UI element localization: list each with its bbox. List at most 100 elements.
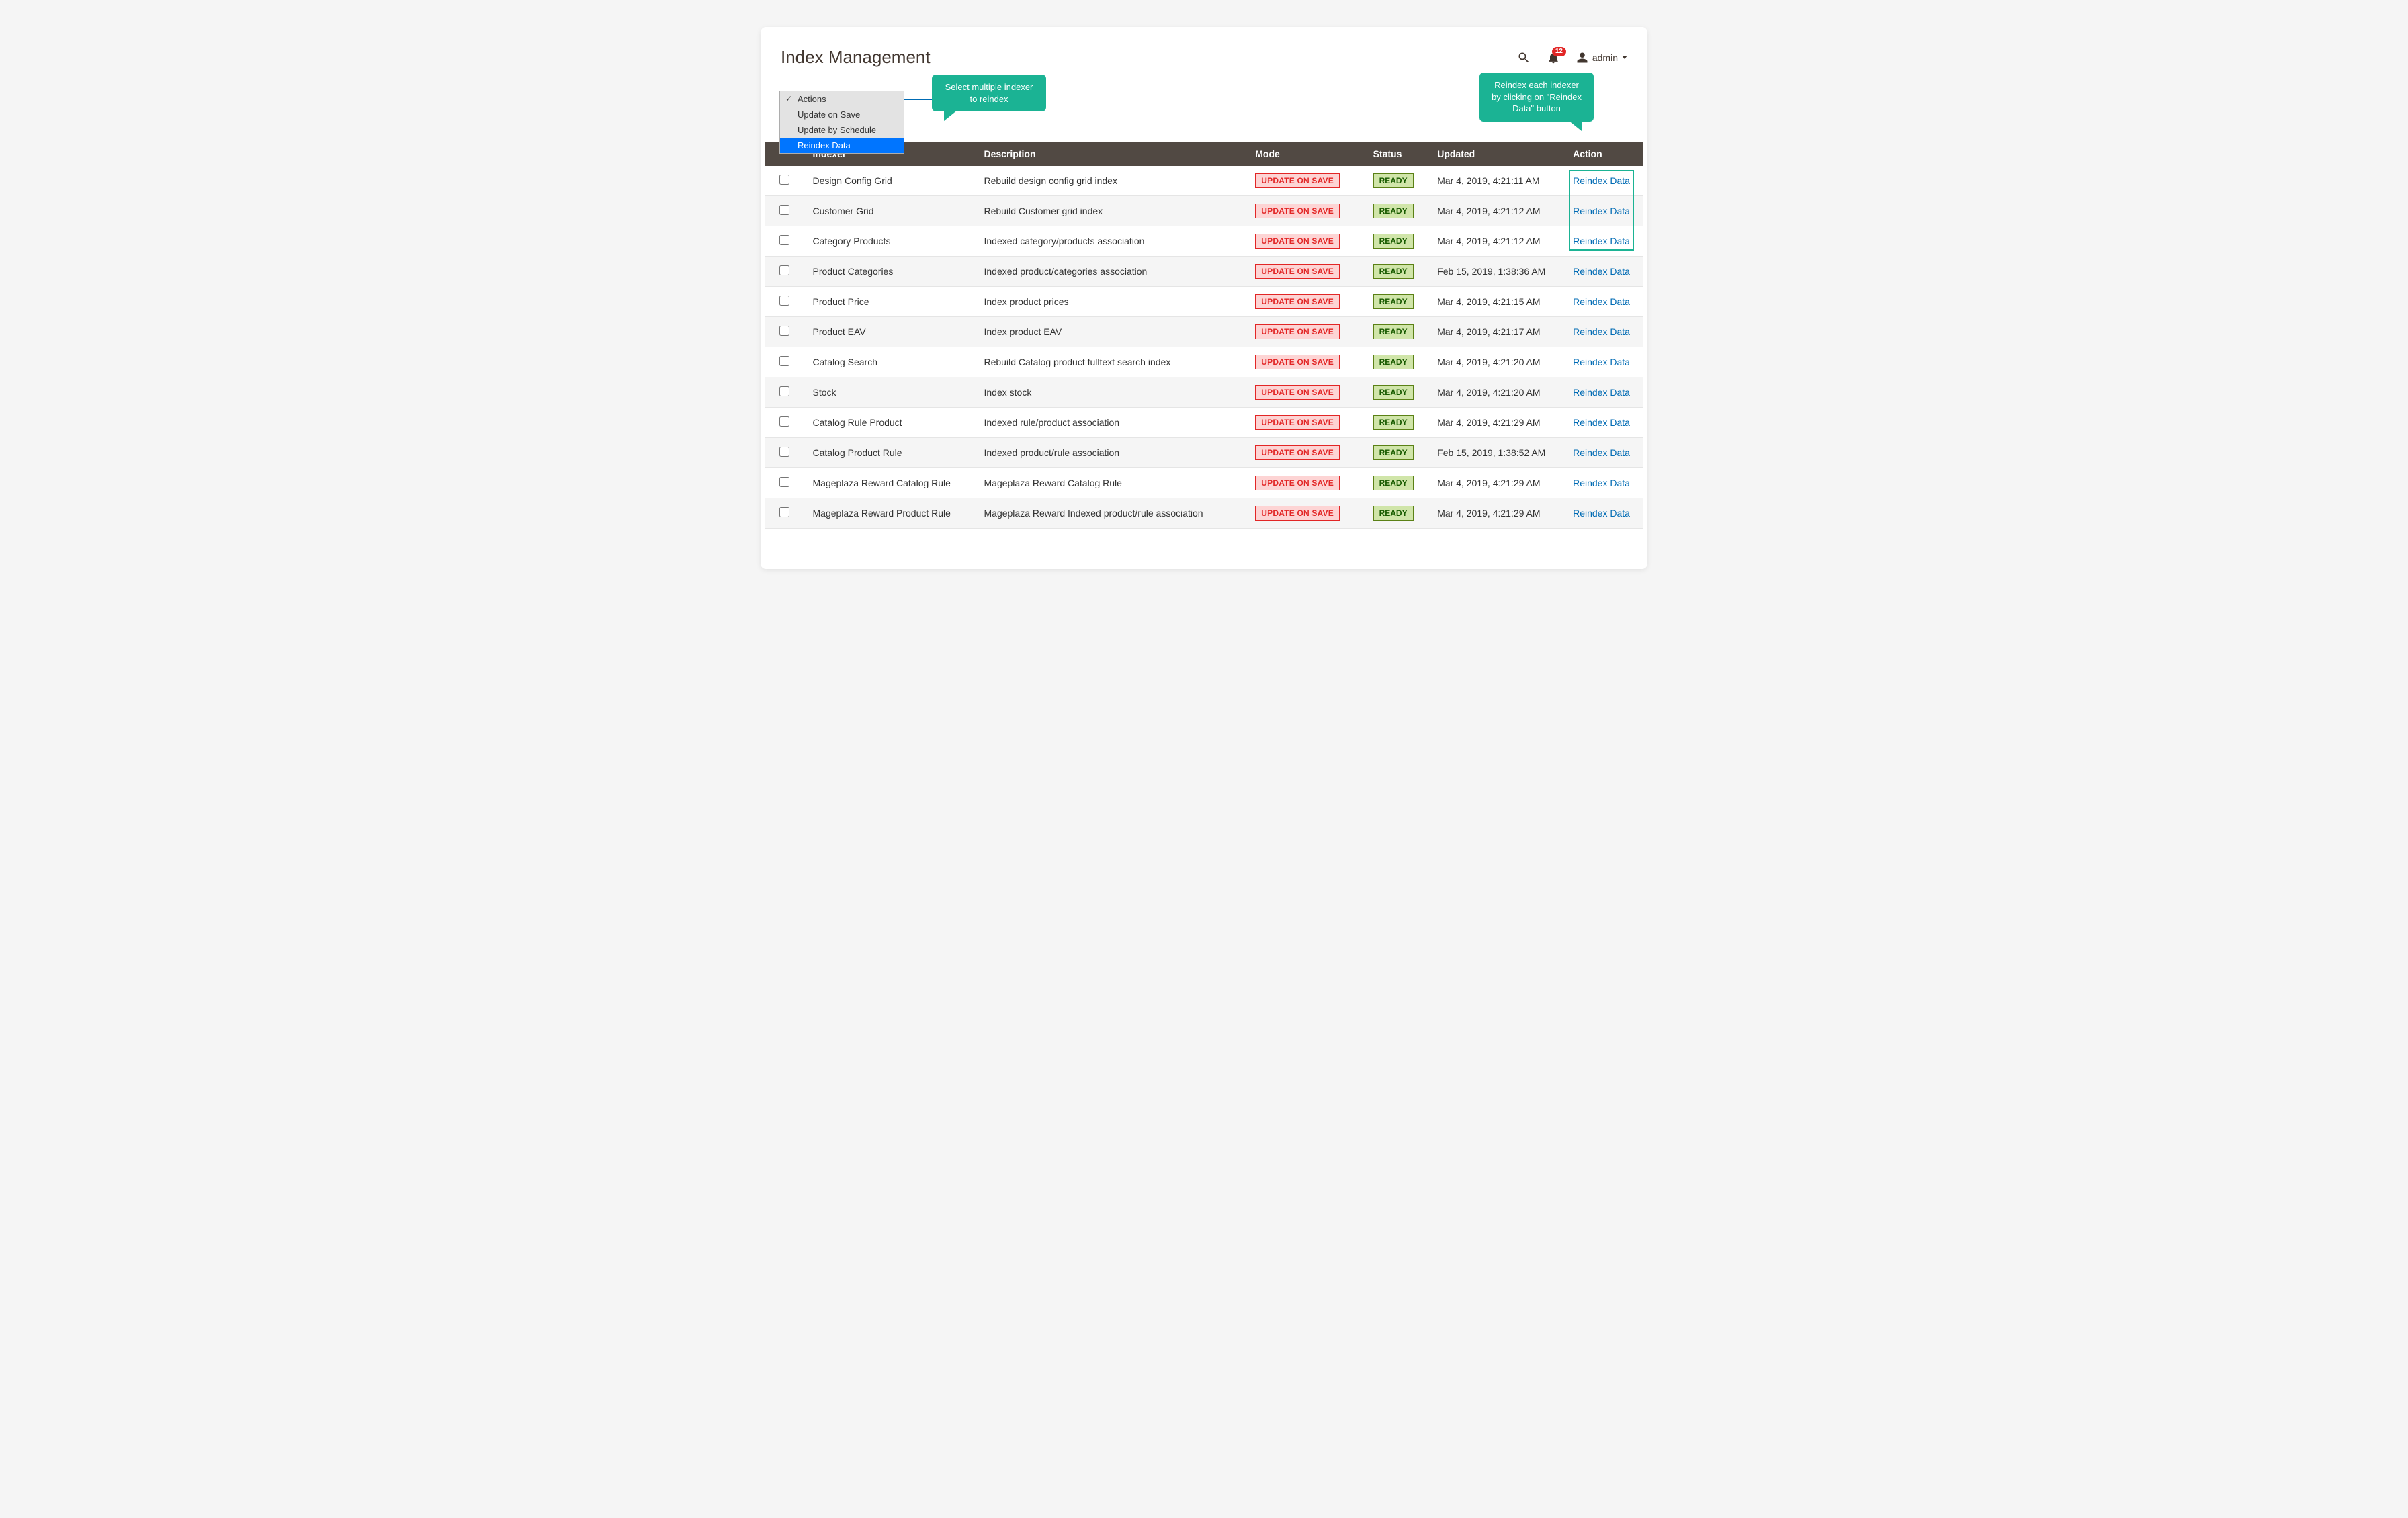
actions-dropdown[interactable]: Actions Update on Save Update by Schedul… <box>779 91 904 154</box>
cell-indexer: Mageplaza Reward Product Rule <box>805 498 976 529</box>
cell-indexer: Catalog Search <box>805 347 976 377</box>
col-header-status[interactable]: Status <box>1365 142 1430 166</box>
row-checkbox[interactable] <box>779 447 789 457</box>
table-row: Product PriceIndex product prices UPDATE … <box>765 287 1643 317</box>
mode-badge: UPDATE ON SAVE <box>1255 294 1340 309</box>
cell-updated: Feb 15, 2019, 1:38:52 AM <box>1429 438 1565 468</box>
reindex-data-link[interactable]: Reindex Data <box>1573 478 1630 488</box>
row-checkbox[interactable] <box>779 326 789 336</box>
mode-badge: UPDATE ON SAVE <box>1255 445 1340 460</box>
table-row: Category ProductsIndexed category/produc… <box>765 226 1643 257</box>
search-icon[interactable] <box>1517 51 1531 64</box>
cell-updated: Mar 4, 2019, 4:21:15 AM <box>1429 287 1565 317</box>
status-badge: READY <box>1373 234 1414 249</box>
user-menu[interactable]: admin <box>1576 52 1627 64</box>
cell-updated: Mar 4, 2019, 4:21:11 AM <box>1429 166 1565 196</box>
cell-updated: Mar 4, 2019, 4:21:29 AM <box>1429 468 1565 498</box>
header-actions: 12 admin <box>1517 51 1627 64</box>
status-badge: READY <box>1373 415 1414 430</box>
mode-badge: UPDATE ON SAVE <box>1255 204 1340 218</box>
col-header-description[interactable]: Description <box>976 142 1248 166</box>
row-checkbox[interactable] <box>779 356 789 366</box>
cell-indexer: Product EAV <box>805 317 976 347</box>
table-row: Product CategoriesIndexed product/catego… <box>765 257 1643 287</box>
cell-indexer: Design Config Grid <box>805 166 976 196</box>
cell-description: Mageplaza Reward Indexed product/rule as… <box>976 498 1248 529</box>
admin-page: Index Management 12 admin Select multipl… <box>761 27 1647 569</box>
cell-description: Indexed rule/product association <box>976 408 1248 438</box>
col-header-updated[interactable]: Updated <box>1429 142 1565 166</box>
cell-indexer: Mageplaza Reward Catalog Rule <box>805 468 976 498</box>
reindex-data-link[interactable]: Reindex Data <box>1573 447 1630 458</box>
reindex-data-link[interactable]: Reindex Data <box>1573 417 1630 428</box>
cell-indexer: Catalog Product Rule <box>805 438 976 468</box>
reindex-data-link[interactable]: Reindex Data <box>1573 357 1630 367</box>
reindex-data-link[interactable]: Reindex Data <box>1573 296 1630 307</box>
actions-option-update-on-save[interactable]: Update on Save <box>780 107 904 122</box>
cell-description: Index product EAV <box>976 317 1248 347</box>
reindex-data-link[interactable]: Reindex Data <box>1573 387 1630 398</box>
col-header-action[interactable]: Action <box>1565 142 1643 166</box>
dropdown-underline <box>904 99 936 100</box>
row-checkbox[interactable] <box>779 175 789 185</box>
status-badge: READY <box>1373 385 1414 400</box>
reindex-data-link[interactable]: Reindex Data <box>1573 236 1630 247</box>
reindex-data-link[interactable]: Reindex Data <box>1573 326 1630 337</box>
mode-badge: UPDATE ON SAVE <box>1255 173 1340 188</box>
user-icon <box>1576 52 1588 64</box>
cell-updated: Mar 4, 2019, 4:21:12 AM <box>1429 226 1565 257</box>
reindex-data-link[interactable]: Reindex Data <box>1573 175 1630 186</box>
cell-description: Index product prices <box>976 287 1248 317</box>
cell-indexer: Product Price <box>805 287 976 317</box>
cell-description: Rebuild Customer grid index <box>976 196 1248 226</box>
mode-badge: UPDATE ON SAVE <box>1255 264 1340 279</box>
page-title: Index Management <box>781 47 931 68</box>
cell-updated: Mar 4, 2019, 4:21:12 AM <box>1429 196 1565 226</box>
actions-option-actions[interactable]: Actions <box>780 91 904 107</box>
table-row: Catalog Product RuleIndexed product/rule… <box>765 438 1643 468</box>
cell-updated: Feb 15, 2019, 1:38:36 AM <box>1429 257 1565 287</box>
row-checkbox[interactable] <box>779 416 789 427</box>
cell-description: Indexed category/products association <box>976 226 1248 257</box>
table-row: StockIndex stockUPDATE ON SAVEREADYMar 4… <box>765 377 1643 408</box>
row-checkbox[interactable] <box>779 205 789 215</box>
actions-option-update-by-schedule[interactable]: Update by Schedule <box>780 122 904 138</box>
mode-badge: UPDATE ON SAVE <box>1255 506 1340 521</box>
status-badge: READY <box>1373 204 1414 218</box>
actions-option-reindex-data[interactable]: Reindex Data <box>780 138 904 153</box>
row-checkbox[interactable] <box>779 507 789 517</box>
reindex-data-link[interactable]: Reindex Data <box>1573 266 1630 277</box>
mode-badge: UPDATE ON SAVE <box>1255 385 1340 400</box>
cell-indexer: Product Categories <box>805 257 976 287</box>
row-checkbox[interactable] <box>779 296 789 306</box>
status-badge: READY <box>1373 173 1414 188</box>
reindex-data-link[interactable]: Reindex Data <box>1573 206 1630 216</box>
chevron-down-icon <box>1622 56 1627 59</box>
callout-reindex-each: Reindex each indexer by clicking on "Rei… <box>1479 73 1594 122</box>
user-label: admin <box>1592 52 1618 63</box>
cell-updated: Mar 4, 2019, 4:21:20 AM <box>1429 377 1565 408</box>
status-badge: READY <box>1373 445 1414 460</box>
table-row: Catalog SearchRebuild Catalog product fu… <box>765 347 1643 377</box>
row-checkbox[interactable] <box>779 386 789 396</box>
cell-description: Indexed product/categories association <box>976 257 1248 287</box>
cell-indexer: Customer Grid <box>805 196 976 226</box>
status-badge: READY <box>1373 324 1414 339</box>
index-grid: Indexer Description Mode Status Updated … <box>765 142 1643 529</box>
cell-description: Rebuild Catalog product fulltext search … <box>976 347 1248 377</box>
callout-select-multiple: Select multiple indexer to reindex <box>932 75 1046 111</box>
row-checkbox[interactable] <box>779 235 789 245</box>
mode-badge: UPDATE ON SAVE <box>1255 476 1340 490</box>
reindex-data-link[interactable]: Reindex Data <box>1573 508 1630 519</box>
cell-description: Indexed product/rule association <box>976 438 1248 468</box>
table-row: Mageplaza Reward Product RuleMageplaza R… <box>765 498 1643 529</box>
cell-indexer: Catalog Rule Product <box>805 408 976 438</box>
row-checkbox[interactable] <box>779 477 789 487</box>
mode-badge: UPDATE ON SAVE <box>1255 324 1340 339</box>
notifications-icon[interactable]: 12 <box>1547 51 1560 64</box>
status-badge: READY <box>1373 355 1414 369</box>
cell-description: Index stock <box>976 377 1248 408</box>
mode-badge: UPDATE ON SAVE <box>1255 355 1340 369</box>
col-header-mode[interactable]: Mode <box>1247 142 1365 166</box>
row-checkbox[interactable] <box>779 265 789 275</box>
